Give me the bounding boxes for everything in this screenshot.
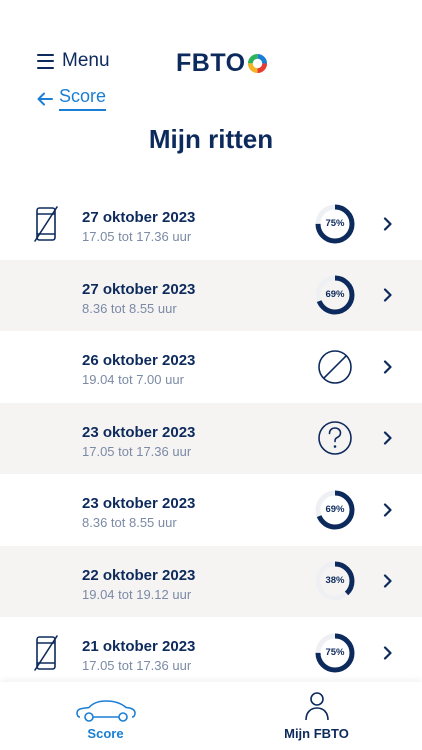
- phone-disabled-icon: [34, 205, 58, 242]
- ride-row[interactable]: 27 oktober 2023 8.36 tot 8.55 uur 69%: [0, 259, 422, 331]
- score-percentage: 75%: [325, 646, 345, 658]
- logo-ring-icon: [247, 53, 267, 74]
- ride-row[interactable]: 21 oktober 2023 17.05 tot 17.36 uur 75%: [0, 617, 422, 689]
- ride-unknown: [314, 417, 356, 459]
- ride-list: 27 oktober 2023 17.05 tot 17.36 uur 75% 27 …: [0, 188, 422, 689]
- ride-excluded: [314, 346, 356, 388]
- chevron-right-icon: [383, 288, 392, 302]
- logo-text: FBTO: [176, 49, 246, 77]
- ride-date: 21 oktober 2023: [82, 638, 196, 655]
- arrow-left-icon: [37, 92, 53, 105]
- fbto-logo: FBTO: [176, 49, 268, 78]
- tab-mijn-label: Mijn FBTO: [284, 726, 349, 741]
- score-gauge: 69%: [314, 274, 356, 316]
- ride-date: 23 oktober 2023: [82, 423, 196, 441]
- ride-date: 27 oktober 2023: [82, 209, 196, 226]
- ride-time: 19.04 tot 7.00 uur: [82, 372, 184, 387]
- ride-row[interactable]: 22 oktober 2023 19.04 tot 19.12 uur 38%: [0, 545, 422, 617]
- score-gauge: 75%: [314, 203, 356, 245]
- ride-time: 19.04 tot 19.12 uur: [82, 586, 192, 602]
- ride-time: 8.36 tot 8.55 uur: [82, 300, 177, 316]
- back-label: Score: [59, 86, 107, 111]
- score-gauge: 38%: [314, 560, 356, 602]
- tab-bar: Score Mijn FBTO: [0, 682, 422, 750]
- ride-date: 26 oktober 2023: [82, 352, 196, 369]
- tab-mijn-fbto[interactable]: Mijn FBTO: [211, 682, 422, 750]
- score-percentage: 75%: [325, 217, 345, 229]
- app-header: Menu FBTO Score: [0, 0, 422, 120]
- ride-row[interactable]: 23 oktober 2023 8.36 tot 8.55 uur 69%: [0, 474, 422, 546]
- score-percentage: 38%: [325, 575, 345, 587]
- phone-disabled-icon: [34, 634, 58, 671]
- ride-date: 27 oktober 2023: [82, 280, 196, 298]
- ride-row[interactable]: 26 oktober 2023 19.04 tot 7.00 uur: [0, 331, 422, 403]
- tab-score[interactable]: Score: [0, 682, 211, 750]
- chevron-right-icon: [383, 360, 392, 374]
- menu-button[interactable]: Menu: [37, 50, 110, 72]
- hamburger-icon: [37, 53, 54, 69]
- car-icon: [75, 700, 136, 722]
- chevron-right-icon: [383, 431, 392, 445]
- score-gauge: 75%: [314, 632, 356, 674]
- question-circle-icon: [318, 421, 352, 456]
- ride-row[interactable]: 27 oktober 2023 17.05 tot 17.36 uur 75%: [0, 188, 422, 260]
- page-title: Mijn ritten: [148, 124, 274, 154]
- chevron-right-icon: [383, 574, 392, 588]
- ride-time: 17.05 tot 17.36 uur: [82, 443, 192, 459]
- ride-date: 22 oktober 2023: [82, 566, 196, 584]
- menu-label: Menu: [62, 50, 110, 71]
- chevron-right-icon: [383, 217, 392, 231]
- back-link[interactable]: Score: [37, 86, 107, 111]
- ride-time: 17.05 tot 17.36 uur: [82, 658, 192, 673]
- score-gauge: 69%: [314, 489, 356, 531]
- prohibited-icon: [318, 349, 352, 384]
- ride-date: 23 oktober 2023: [82, 495, 196, 512]
- score-percentage: 69%: [325, 503, 345, 515]
- ride-time: 8.36 tot 8.55 uur: [82, 515, 177, 530]
- ride-row[interactable]: 23 oktober 2023 17.05 tot 17.36 uur: [0, 402, 422, 474]
- chevron-right-icon: [383, 503, 392, 517]
- chevron-right-icon: [383, 646, 392, 660]
- score-percentage: 69%: [325, 289, 345, 301]
- tab-score-label: Score: [87, 726, 124, 741]
- person-icon: [304, 692, 329, 721]
- ride-time: 17.05 tot 17.36 uur: [82, 229, 192, 244]
